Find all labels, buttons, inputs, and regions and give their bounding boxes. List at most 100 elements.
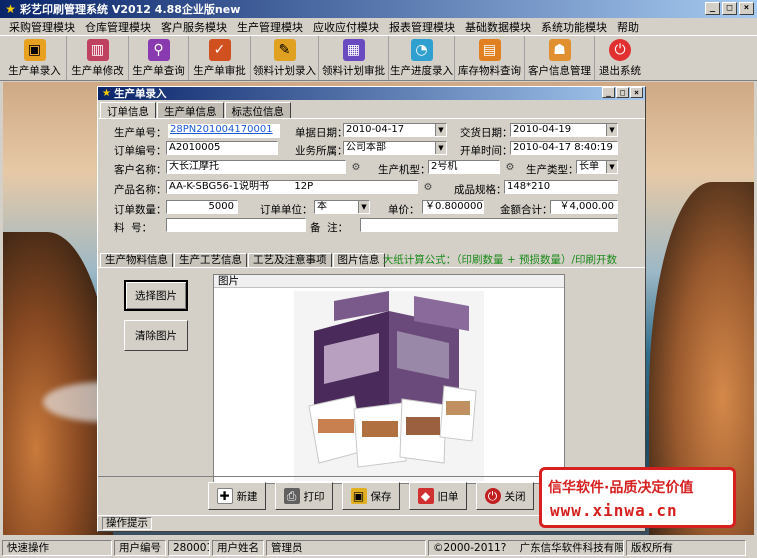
- user-name-label: 用户姓名: [212, 539, 264, 556]
- machine-picker-icon[interactable]: ⚙: [503, 161, 517, 174]
- dialog-close-button[interactable]: ×: [630, 87, 643, 98]
- qty-field[interactable]: 5000: [166, 200, 238, 214]
- doc-date-field[interactable]: 2010-04-17 ▼: [343, 123, 447, 137]
- machine-value: 2号机: [431, 161, 458, 172]
- menu-basic-data[interactable]: 基础数据模块: [460, 19, 536, 35]
- app-logo-icon: ★: [5, 1, 16, 16]
- user-name-value: 管理员: [266, 539, 426, 556]
- spec-field[interactable]: 148*210: [504, 180, 618, 194]
- close-window-button[interactable]: ×: [739, 2, 754, 15]
- qty-value: 5000: [208, 201, 234, 212]
- dialog-window-controls: _ □ ×: [602, 87, 643, 98]
- prod-type-value: 长单: [579, 161, 599, 172]
- customer-field[interactable]: 大长江摩托: [166, 160, 346, 174]
- unit-field[interactable]: 本 ▼: [314, 200, 370, 214]
- toolbar-inventory-query-button[interactable]: ▤ 库存物料查询: [455, 36, 525, 80]
- order-no-label: 生产单号：: [114, 127, 167, 139]
- toolbar-exit-button[interactable]: ⏻ 退出系统: [595, 36, 645, 80]
- toolbar-customer-management-button[interactable]: ☗ 客户信息管理: [525, 36, 595, 80]
- brochure-image: [294, 291, 484, 481]
- toolbar-order-approve-button[interactable]: ✓ 生产单审批: [189, 36, 251, 80]
- menu-customer-service[interactable]: 客户服务模块: [156, 19, 232, 35]
- old-order-button[interactable]: ◆ 旧单: [409, 482, 467, 510]
- prod-type-field[interactable]: 长单 ▼: [576, 160, 618, 174]
- chevron-down-icon[interactable]: ▼: [435, 142, 446, 154]
- toolbar-order-query-button[interactable]: ⚲ 生产单查询: [129, 36, 189, 80]
- unit-label: 订单单位：: [260, 204, 313, 216]
- menu-reports[interactable]: 报表管理模块: [384, 19, 460, 35]
- doc-date-value: 2010-04-17: [346, 124, 405, 135]
- menu-warehouse[interactable]: 仓库管理模块: [80, 19, 156, 35]
- toolbar-label: 库存物料查询: [458, 65, 521, 77]
- copyright-text: ©2000-2011? 广东信华软件科技有限公司: [428, 539, 624, 556]
- product-value: AA-K-SBG56-1说明书 12P: [169, 181, 314, 192]
- watermark-url: www.xinwa.cn: [550, 501, 678, 520]
- subtab-materials[interactable]: 生产物料信息: [100, 253, 173, 267]
- customer-picker-icon[interactable]: ⚙: [349, 161, 363, 174]
- new-icon: ✚: [216, 488, 233, 504]
- menu-system[interactable]: 系统功能模块: [536, 19, 612, 35]
- maximize-button[interactable]: □: [722, 2, 737, 15]
- tab-flag-info[interactable]: 标志位信息: [224, 102, 291, 118]
- menu-production[interactable]: 生产管理模块: [232, 19, 308, 35]
- minimize-button[interactable]: _: [705, 2, 720, 15]
- order-no-field[interactable]: 28PN201004170001: [168, 124, 280, 138]
- delivery-date-value: 2010-04-19: [513, 124, 572, 135]
- close-button[interactable]: ⏻ 关闭: [476, 482, 534, 510]
- user-no-label: 用户编号: [114, 539, 166, 556]
- edit-icon: ✎: [273, 39, 296, 61]
- save-button[interactable]: ▣ 保存: [342, 482, 400, 510]
- quick-ops-status[interactable]: 快速操作: [2, 539, 112, 556]
- toolbar-progress-entry-button[interactable]: ◔ 生产进度录入: [389, 36, 455, 80]
- product-picker-icon[interactable]: ⚙: [421, 181, 435, 194]
- image-header: 图片: [214, 275, 564, 288]
- total-label: 金额合计：: [500, 204, 553, 216]
- price-value: ￥0.800000: [425, 201, 483, 212]
- tab-order-info[interactable]: 订单信息: [100, 102, 156, 118]
- toolbar-material-plan-entry-button[interactable]: ✎ 领料计划录入: [251, 36, 319, 80]
- material-no-field[interactable]: [166, 218, 306, 232]
- order-no-link[interactable]: 28PN201004170001: [170, 124, 273, 135]
- toolbar-label: 生产单审批: [193, 65, 246, 77]
- toolbar-order-entry-button[interactable]: ▣ 生产单录入: [3, 36, 67, 80]
- clear-image-button[interactable]: 清除图片: [124, 320, 188, 351]
- rights-text: 版权所有: [626, 539, 746, 556]
- price-field[interactable]: ￥0.800000: [422, 200, 484, 214]
- menu-purchase[interactable]: 采购管理模块: [4, 19, 80, 35]
- new-button-label: 新建: [236, 490, 258, 503]
- save-icon: ▣: [350, 488, 367, 504]
- tab-production-info[interactable]: 生产单信息: [157, 102, 224, 118]
- toolbar-order-edit-button[interactable]: ▥ 生产单修改: [67, 36, 129, 80]
- subtab-notes[interactable]: 工艺及注意事项: [248, 253, 332, 267]
- chevron-down-icon[interactable]: ▼: [606, 161, 617, 173]
- menu-help[interactable]: 帮助: [612, 19, 644, 35]
- order-code-value: A2010005: [169, 142, 221, 153]
- close-button-label: 关闭: [504, 490, 526, 503]
- select-image-button[interactable]: 选择图片: [124, 280, 188, 311]
- new-button[interactable]: ✚ 新建: [208, 482, 266, 510]
- order-code-label: 订单编号：: [114, 145, 167, 157]
- chevron-down-icon[interactable]: ▼: [358, 201, 369, 213]
- chevron-down-icon[interactable]: ▼: [606, 124, 617, 136]
- dialog-maximize-button[interactable]: □: [616, 87, 629, 98]
- subtab-images[interactable]: 图片信息: [332, 253, 385, 267]
- print-button[interactable]: ⎙ 打印: [275, 482, 333, 510]
- menu-receivables[interactable]: 应收应付模块: [308, 19, 384, 35]
- business-field[interactable]: 公司本部 ▼: [343, 141, 447, 155]
- remark-field[interactable]: [360, 218, 618, 232]
- start-time-field[interactable]: 2010-04-17 8:40:19: [510, 141, 618, 155]
- chevron-down-icon[interactable]: ▼: [435, 124, 446, 136]
- total-field[interactable]: ￥4,000.00: [550, 200, 618, 214]
- status-bar: 快速操作 用户编号 280001 用户姓名 管理员 ©2000-2011? 广东…: [0, 537, 757, 558]
- product-field[interactable]: AA-K-SBG56-1说明书 12P: [166, 180, 418, 194]
- business-label: 业务所属：: [295, 145, 348, 157]
- doc-date-label: 单据日期：: [295, 127, 348, 139]
- machine-field[interactable]: 2号机: [428, 160, 500, 174]
- power-icon: ⏻: [609, 39, 631, 61]
- delivery-date-field[interactable]: 2010-04-19 ▼: [510, 123, 618, 137]
- dialog-minimize-button[interactable]: _: [602, 87, 615, 98]
- subtab-process[interactable]: 生产工艺信息: [174, 253, 247, 267]
- customer-label: 客户名称：: [114, 164, 167, 176]
- toolbar-material-plan-approve-button[interactable]: ▦ 领料计划审批: [319, 36, 389, 80]
- order-code-field[interactable]: A2010005: [166, 141, 278, 155]
